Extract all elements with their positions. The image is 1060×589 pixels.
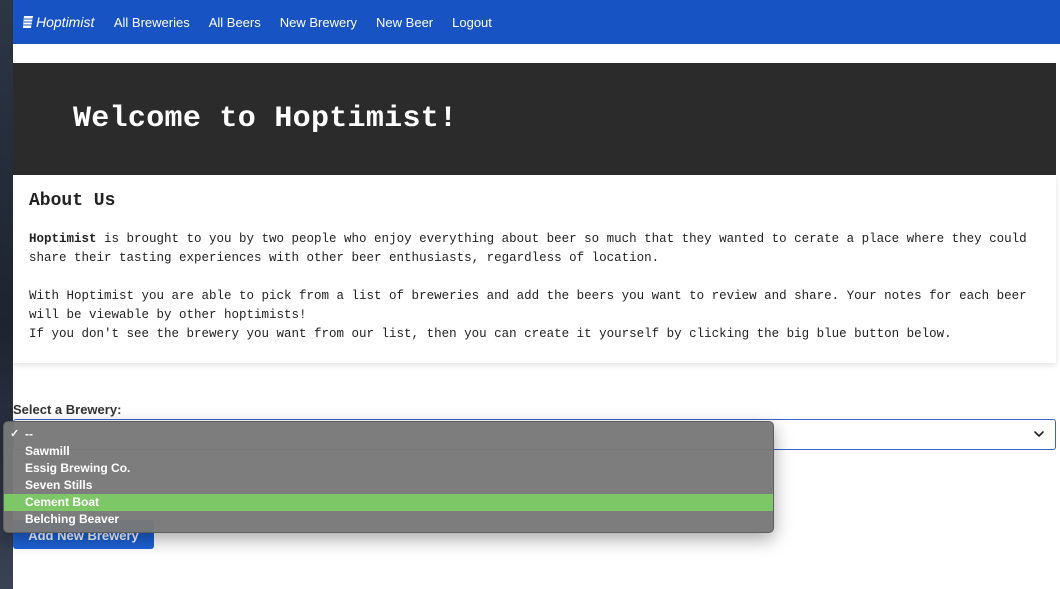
brewery-select-label: Select a Brewery: xyxy=(13,402,122,417)
navbar: Hoptimist All Breweries All Beers New Br… xyxy=(13,0,1060,44)
about-card: About Us Hoptimist is brought to you by … xyxy=(13,175,1056,363)
brewery-dropdown-menu: ✓ -- Sawmill Essig Brewing Co. Seven Sti… xyxy=(3,421,774,533)
about-heading: About Us xyxy=(29,191,116,211)
dropdown-option-highlighted[interactable]: Cement Boat xyxy=(4,494,773,511)
nav-logout[interactable]: Logout xyxy=(452,15,492,30)
dropdown-option[interactable]: Essig Brewing Co. xyxy=(4,460,773,477)
dropdown-option[interactable]: ✓ -- xyxy=(4,426,773,443)
hero-title: Welcome to Hoptimist! xyxy=(73,102,458,136)
nav-new-beer[interactable]: New Beer xyxy=(376,15,433,30)
dropdown-option-label: Essig Brewing Co. xyxy=(25,461,131,475)
about-paragraph-1-text: is brought to you by two people who enjo… xyxy=(29,232,1027,265)
brand-name: Hoptimist xyxy=(36,14,95,30)
dropdown-option[interactable]: Sawmill xyxy=(4,443,773,460)
dropdown-option-label: Belching Beaver xyxy=(25,512,120,526)
about-paragraph-2: With Hoptimist you are able to pick from… xyxy=(29,287,1040,344)
dropdown-option-label: Cement Boat xyxy=(25,495,100,509)
dropdown-option-label: Sawmill xyxy=(25,444,70,458)
about-brand-bold: Hoptimist xyxy=(29,232,97,246)
about-paragraph-2-line-1: With Hoptimist you are able to pick from… xyxy=(29,289,1027,322)
chevron-down-icon xyxy=(1034,431,1044,437)
hero-banner: Welcome to Hoptimist! xyxy=(13,63,1056,175)
nav-all-breweries[interactable]: All Breweries xyxy=(114,15,190,30)
nav-all-beers[interactable]: All Beers xyxy=(209,15,261,30)
dropdown-option-label: -- xyxy=(25,427,33,441)
checkmark-icon: ✓ xyxy=(10,428,20,440)
beer-glass-icon xyxy=(23,16,33,28)
nav-new-brewery[interactable]: New Brewery xyxy=(280,15,357,30)
dropdown-option-label: Seven Stills xyxy=(25,478,93,492)
dropdown-option[interactable]: Seven Stills xyxy=(4,477,773,494)
brand-logo[interactable]: Hoptimist xyxy=(22,14,94,30)
about-paragraph-1: Hoptimist is brought to you by two peopl… xyxy=(29,230,1040,268)
about-paragraph-2-line-2: If you don't see the brewery you want fr… xyxy=(29,327,952,341)
dropdown-option[interactable]: Belching Beaver xyxy=(4,511,773,528)
